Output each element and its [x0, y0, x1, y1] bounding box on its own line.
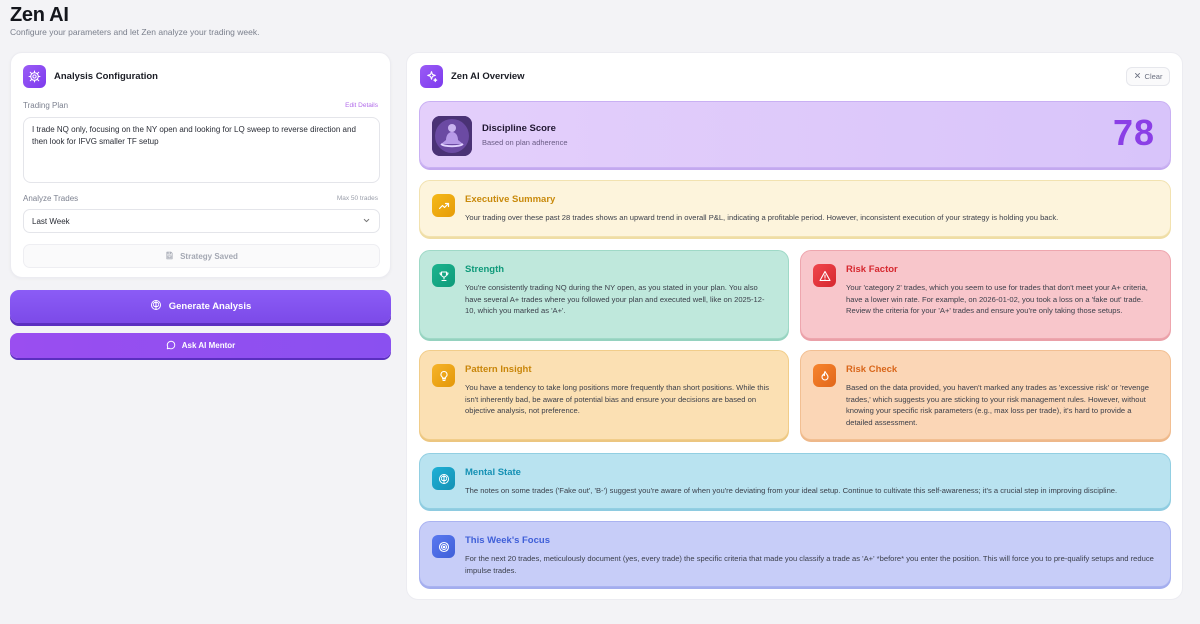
strength-body: You're consistently trading NQ during th… — [465, 283, 765, 316]
discipline-score-card: Discipline Score Based on plan adherence… — [419, 101, 1171, 168]
warning-icon — [813, 264, 836, 287]
close-icon — [1134, 72, 1141, 81]
strategy-saved-label: Strategy Saved — [180, 251, 238, 261]
mental-state-title: Mental State — [465, 467, 521, 478]
analysis-config-panel: Analysis Configuration Trading Plan Edit… — [10, 52, 391, 278]
max-trades-label: Max 50 trades — [336, 195, 378, 202]
trophy-icon — [432, 264, 455, 287]
score-subtitle: Based on plan adherence — [482, 138, 568, 147]
overview-header: Zen AI Overview — [420, 65, 525, 88]
sparkles-icon — [420, 65, 443, 88]
trade-range-select[interactable]: Last Week — [23, 209, 380, 233]
weekly-focus-card: This Week's Focus For the next 20 trades… — [419, 521, 1171, 587]
config-title: Analysis Configuration — [54, 71, 158, 82]
risk-factor-title: Risk Factor — [846, 264, 898, 275]
risk-check-title: Risk Check — [846, 364, 898, 375]
chevron-down-icon — [362, 216, 371, 227]
brain-icon — [432, 467, 455, 490]
overview-title: Zen AI Overview — [451, 71, 525, 82]
config-header: Analysis Configuration — [23, 65, 158, 88]
generate-analysis-label: Generate Analysis — [168, 301, 252, 312]
ask-ai-mentor-button[interactable]: Ask AI Mentor — [10, 333, 391, 358]
score-value: 78 — [1112, 112, 1155, 153]
meditation-avatar — [432, 116, 472, 156]
generate-analysis-button[interactable]: Generate Analysis — [10, 290, 391, 323]
app-title: Zen AI — [10, 4, 69, 26]
target-icon — [432, 535, 455, 558]
trend-up-icon — [432, 194, 455, 217]
strength-card: Strength You're consistently trading NQ … — [419, 250, 789, 339]
risk-factor-card: Risk Factor Your 'category 2' trades, wh… — [800, 250, 1171, 339]
lightbulb-icon — [432, 364, 455, 387]
flame-icon — [813, 364, 836, 387]
gear-icon — [23, 65, 46, 88]
pattern-insight-card: Pattern Insight You have a tendency to t… — [419, 350, 789, 440]
strength-title: Strength — [465, 264, 505, 275]
analyze-trades-label: Analyze Trades — [23, 194, 79, 203]
mental-state-card: Mental State The notes on some trades ('… — [419, 453, 1171, 509]
strategy-saved-button[interactable]: Strategy Saved — [23, 244, 380, 268]
clear-button[interactable]: Clear — [1126, 67, 1170, 86]
ask-ai-mentor-label: Ask AI Mentor — [181, 341, 236, 350]
save-icon — [165, 251, 174, 262]
brain-icon — [150, 299, 162, 314]
trading-plan-textarea[interactable]: I trade NQ only, focusing on the NY open… — [23, 117, 380, 183]
zen-ai-overview-panel: Zen AI Overview Clear Discipline Score B… — [406, 52, 1183, 600]
pattern-insight-title: Pattern Insight — [465, 364, 532, 375]
executive-summary-body: Your trading over these past 28 trades s… — [465, 213, 1059, 222]
mental-state-body: The notes on some trades ('Fake out', 'B… — [465, 486, 1118, 495]
trade-range-value: Last Week — [32, 216, 70, 226]
chat-icon — [166, 340, 176, 352]
weekly-focus-body: For the next 20 trades, meticulously doc… — [465, 554, 1154, 575]
trading-plan-label: Trading Plan — [23, 101, 69, 110]
app-subtitle: Configure your parameters and let Zen an… — [10, 27, 260, 37]
executive-summary-title: Executive Summary — [465, 194, 556, 205]
score-title: Discipline Score — [482, 123, 556, 134]
weekly-focus-title: This Week's Focus — [465, 535, 550, 546]
clear-label: Clear — [1144, 72, 1163, 81]
pattern-insight-body: You have a tendency to take long positio… — [465, 383, 770, 416]
risk-factor-body: Your 'category 2' trades, which you seem… — [846, 283, 1148, 316]
risk-check-card: Risk Check Based on the data provided, y… — [800, 350, 1171, 440]
executive-summary-card: Executive Summary Your trading over thes… — [419, 180, 1171, 237]
risk-check-body: Based on the data provided, you haven't … — [846, 383, 1149, 427]
edit-details-link[interactable]: Edit Details — [345, 102, 378, 109]
